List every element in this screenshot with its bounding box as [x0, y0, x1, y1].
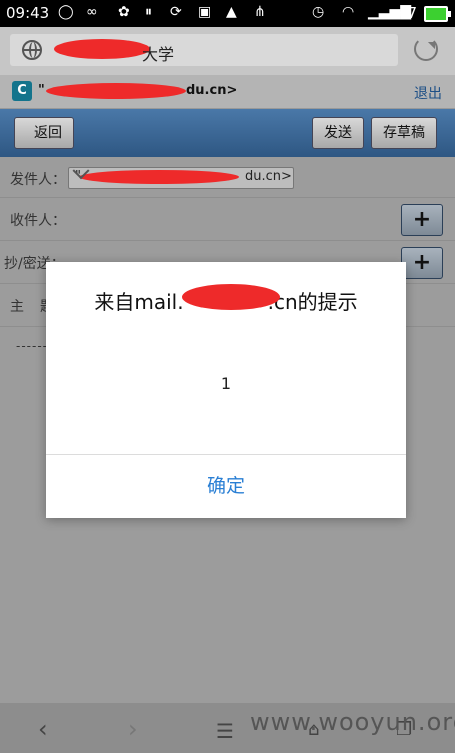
- chat-icon: ◯: [58, 4, 74, 20]
- recipient-label: 收件人：: [10, 213, 66, 229]
- image-icon: ▣: [198, 4, 212, 20]
- send-button[interactable]: 发送: [312, 117, 364, 149]
- wifi-icon: ◠: [342, 4, 355, 20]
- add-cc-button[interactable]: +: [401, 247, 443, 279]
- add-recipient-button[interactable]: +: [401, 204, 443, 236]
- battery-icon: [424, 6, 451, 22]
- watermark: www.wooyun.org: [250, 708, 455, 736]
- forward-arrow-icon[interactable]: ›: [128, 715, 138, 743]
- refresh-icon[interactable]: [414, 37, 438, 61]
- sender-select[interactable]: " du.cn>: [68, 162, 294, 189]
- dialog-message: 1: [220, 374, 232, 393]
- menu-icon[interactable]: ☰: [216, 719, 234, 743]
- confirm-button[interactable]: 确定: [46, 455, 406, 518]
- account-bar: C " du.cn> 退出: [0, 75, 455, 109]
- battery-level: 47: [398, 4, 418, 22]
- pause-circle-icon: ⏸: [145, 4, 152, 20]
- save-draft-button[interactable]: 存草稿: [371, 117, 437, 149]
- sync-icon: ⟳: [170, 4, 182, 20]
- globe-icon: [22, 40, 42, 60]
- redaction-mark: [182, 284, 280, 310]
- sender-label: 发件人：: [10, 172, 66, 188]
- dialog-title-suffix: .cn的提示: [267, 290, 358, 314]
- back-arrow-icon[interactable]: ‹: [38, 715, 48, 743]
- warning-icon: ▲: [226, 4, 237, 20]
- usb-icon: ⋔: [254, 4, 266, 20]
- subject-label: 主: [10, 299, 24, 315]
- redaction-mark: [46, 83, 186, 99]
- paw-icon: ✿: [118, 4, 130, 20]
- body-separator: ------: [16, 339, 48, 353]
- alert-dialog: 来自mail. .cn的提示 1 确定: [46, 262, 406, 518]
- dialog-title-prefix: 来自mail.: [94, 290, 184, 314]
- sender-value-end: du.cn>: [245, 169, 292, 184]
- infinity-icon: ∞: [86, 4, 98, 20]
- browser-address-bar: 大学: [0, 27, 455, 75]
- page-title: 大学: [142, 45, 175, 64]
- account-email-start: ": [38, 83, 45, 98]
- url-field[interactable]: 大学: [10, 34, 398, 66]
- redaction-mark: [79, 170, 239, 184]
- alarm-icon: ◷: [312, 4, 325, 20]
- compose-toolbar: 返回 发送 存草稿: [0, 109, 455, 157]
- mail-app-logo-icon: C: [12, 81, 32, 101]
- status-bar: 09:43 ◯ ∞ ✿ ⏸ ⟳ ▣ ▲ ⋔ ◷ ◠ ▁▃▅▇ 47: [0, 0, 455, 27]
- account-email-end: du.cn>: [186, 83, 238, 98]
- recipient-row: 收件人： +: [0, 198, 455, 241]
- sender-row: 发件人： " du.cn>: [0, 157, 455, 198]
- redaction-mark: [54, 39, 150, 59]
- logout-link[interactable]: 退出: [414, 83, 442, 103]
- back-button[interactable]: 返回: [14, 117, 74, 149]
- clock: 09:43: [6, 4, 50, 22]
